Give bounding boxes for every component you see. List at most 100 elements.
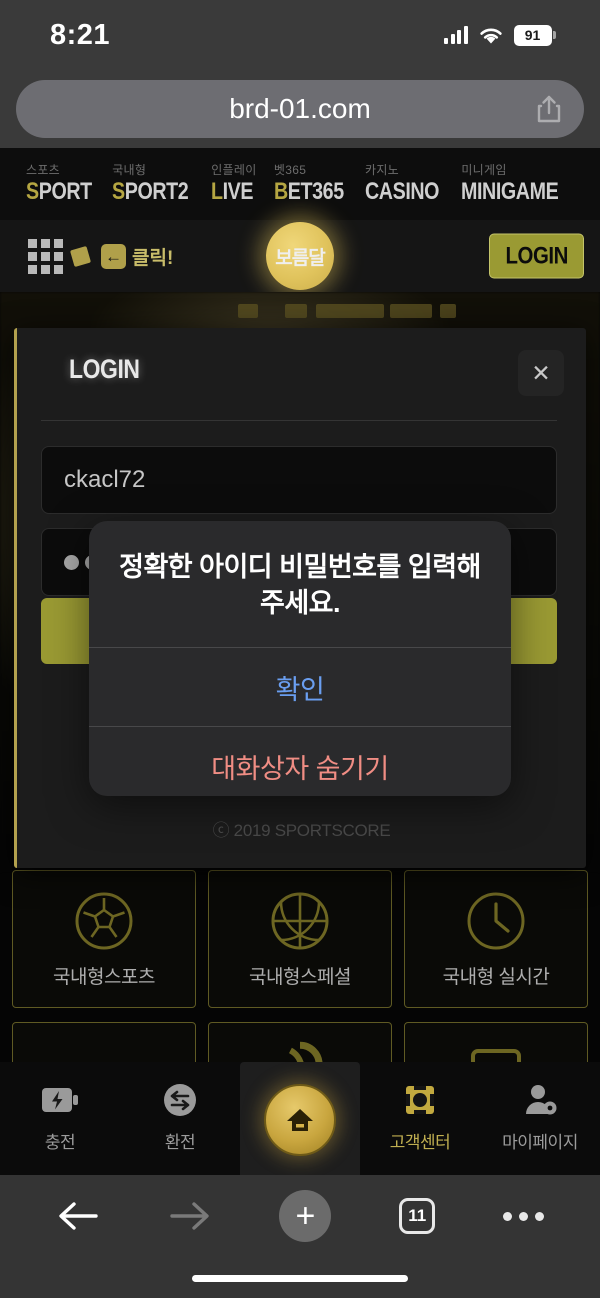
- modal-copyright: ⓒ 2019 SPORTSCORE: [212, 821, 391, 840]
- banner-decor: [440, 304, 456, 318]
- header-login-label: LOGIN: [505, 242, 568, 269]
- tab-exchange[interactable]: 환전: [120, 1062, 240, 1175]
- phone-screen: 8:21 91 brd-01.com 스포츠 SPORT 국내형 SPORT2 …: [0, 0, 600, 1298]
- house-glyph-icon: [287, 1109, 313, 1131]
- card-row2[interactable]: [404, 1022, 588, 1062]
- banner-decor: [390, 304, 432, 318]
- site-bottom-tab-bar: 충전 환전 고객센터 마이페이지: [0, 1062, 600, 1175]
- nav-item-en-label: SPORT2: [112, 177, 189, 205]
- card-domestic-sports[interactable]: 국내형스포츠: [12, 870, 196, 1008]
- site-logo[interactable]: 보름달: [266, 222, 334, 290]
- badge-icon: [471, 1049, 521, 1062]
- nav-item-ko-label: 벳365: [273, 162, 307, 177]
- card-domestic-realtime[interactable]: 국내형 실시간: [404, 870, 588, 1008]
- tab-home[interactable]: [240, 1062, 360, 1175]
- game-category-cards-row2: [12, 1022, 588, 1062]
- site-category-nav: 스포츠 SPORT 국내형 SPORT2 인플레이 LIVE 벳365 BET3…: [0, 148, 600, 220]
- card-domestic-special[interactable]: 국내형스페셜: [208, 870, 392, 1008]
- basketball-icon: [271, 892, 329, 949]
- grid-menu-icon[interactable]: [28, 238, 63, 274]
- card-row2[interactable]: [12, 1022, 196, 1062]
- tab-charge[interactable]: 충전: [0, 1062, 120, 1175]
- card-row2[interactable]: [208, 1022, 392, 1062]
- card-label: 국내형 실시간: [442, 966, 550, 988]
- exchange-icon: [164, 1084, 196, 1116]
- js-alert-dialog: 정확한 아이디 비밀번호를 입력해 주세요. 확인 대화상자 숨기기: [89, 521, 511, 796]
- nav-item-minigame[interactable]: 미니게임 MINIGAME: [455, 163, 580, 206]
- back-arrow-icon: [59, 1202, 98, 1230]
- home-icon: [264, 1084, 336, 1156]
- tab-label: 고객센터: [389, 1133, 451, 1152]
- nav-item-sport2[interactable]: 국내형 SPORT2: [106, 163, 205, 206]
- home-indicator: [192, 1275, 408, 1282]
- browser-url-bar-container: brd-01.com: [0, 70, 600, 148]
- battery-percent: 91: [524, 27, 541, 43]
- nav-item-en-label: SPORT: [26, 177, 92, 205]
- username-input[interactable]: ckacl72: [41, 446, 557, 514]
- close-icon[interactable]: ✕: [518, 350, 564, 396]
- customer-service-icon: [406, 1086, 434, 1114]
- gold-square-icon: [69, 245, 92, 267]
- tab-customer-service[interactable]: 고객센터: [360, 1062, 480, 1175]
- modal-divider: [41, 420, 557, 421]
- status-bar-indicators: 91: [444, 24, 556, 46]
- cellular-signal-icon: [444, 26, 468, 44]
- alert-confirm-button[interactable]: 확인: [89, 648, 511, 726]
- nav-item-live[interactable]: 인플레이 LIVE: [205, 163, 268, 206]
- plus-icon: +: [279, 1190, 332, 1242]
- card-label: 국내형스포츠: [53, 966, 155, 988]
- url-bar[interactable]: brd-01.com: [16, 80, 584, 138]
- alert-message: 정확한 아이디 비밀번호를 입력해 주세요.: [119, 552, 481, 618]
- browser-forward-button[interactable]: [168, 1198, 212, 1234]
- click-badge[interactable]: ← 클릭!: [101, 243, 173, 270]
- status-bar: 8:21 91: [0, 0, 600, 70]
- alert-hide-dialog-button[interactable]: 대화상자 숨기기: [89, 727, 511, 796]
- soccer-ball-icon: [75, 892, 133, 949]
- nav-item-ko-label: 스포츠: [26, 162, 61, 177]
- nav-item-sport[interactable]: 스포츠 SPORT: [20, 163, 106, 206]
- browser-tabs-button[interactable]: 11: [399, 1198, 436, 1234]
- wifi-icon: [479, 28, 502, 43]
- tab-my-page[interactable]: 마이페이지: [480, 1062, 600, 1175]
- site-logo-text: 보름달: [275, 247, 325, 269]
- url-text: brd-01.com: [229, 93, 371, 124]
- share-icon[interactable]: [536, 94, 562, 124]
- browser-new-tab-button[interactable]: +: [279, 1190, 332, 1242]
- nav-item-en-label: BET365: [273, 177, 344, 205]
- status-bar-clock: 8:21: [50, 18, 111, 51]
- nav-item-ko-label: 인플레이: [211, 162, 257, 177]
- game-category-cards: 국내형스포츠 국내형스페셜 국내형 실시간: [0, 870, 600, 1008]
- my-page-icon: [526, 1085, 557, 1115]
- login-modal-title: LOGIN: [69, 354, 140, 384]
- back-chip-icon[interactable]: ←: [101, 243, 126, 269]
- banner-decor: [238, 304, 258, 318]
- battery-charge-icon: [42, 1088, 78, 1112]
- forward-arrow-icon: [169, 1202, 209, 1230]
- clock-icon: [467, 892, 525, 949]
- browser-back-button[interactable]: [56, 1198, 100, 1234]
- battery-icon: 91: [513, 24, 556, 46]
- tab-label: 충전: [44, 1133, 76, 1152]
- browser-toolbar: + 11: [0, 1175, 600, 1298]
- tab-count-badge: 11: [399, 1198, 436, 1234]
- click-text: 클릭!: [132, 247, 174, 269]
- banner-decor: [285, 304, 307, 318]
- site-header: ← 클릭! 보름달 LOGIN: [0, 220, 600, 292]
- tab-label: 마이페이지: [502, 1133, 578, 1152]
- tab-label: 환전: [164, 1133, 196, 1152]
- nav-item-ko-label: 미니게임: [461, 162, 507, 177]
- nav-item-ko-label: 카지노: [364, 162, 400, 177]
- username-value: ckacl72: [64, 466, 146, 493]
- more-dots-icon: [503, 1211, 545, 1221]
- header-login-button[interactable]: LOGIN: [489, 233, 584, 279]
- nav-item-bet365[interactable]: 벳365 BET365: [268, 163, 359, 206]
- browser-more-button[interactable]: [503, 1211, 545, 1221]
- nav-item-en-label: LIVE: [211, 177, 254, 205]
- card-label: 국내형스페셜: [249, 966, 351, 988]
- banner-decor: [316, 304, 384, 318]
- nav-item-en-label: MINIGAME: [461, 177, 559, 205]
- nav-item-ko-label: 국내형: [112, 162, 147, 177]
- nav-item-casino[interactable]: 카지노 CASINO: [359, 163, 455, 206]
- volleyball-icon: [288, 1041, 323, 1062]
- nav-item-en-label: CASINO: [364, 177, 440, 205]
